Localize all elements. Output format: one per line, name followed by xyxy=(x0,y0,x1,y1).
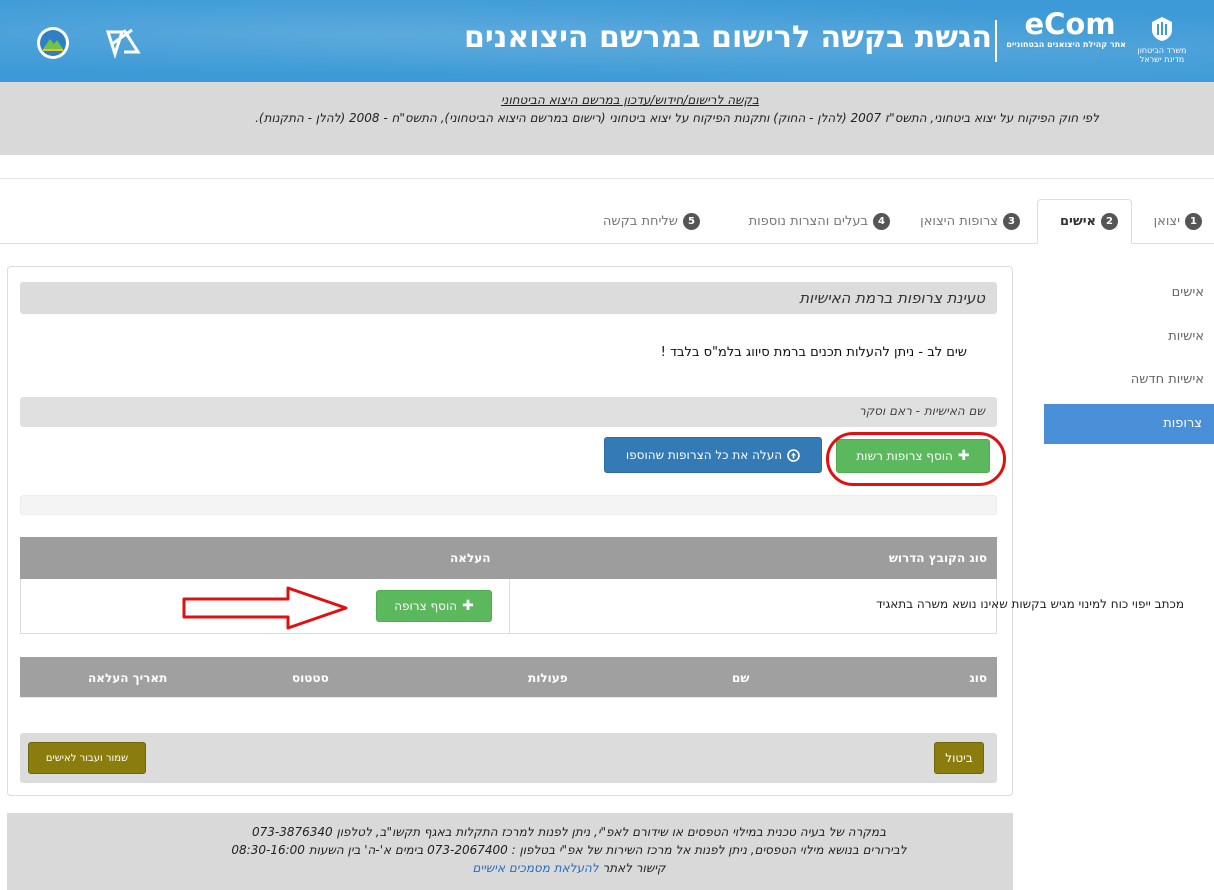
tab-label: צרופות היצואן xyxy=(920,213,998,229)
ecom-logo-subtitle: אתר קהילת היצואנים הבטחוניים xyxy=(1006,40,1126,49)
progress-bar xyxy=(20,495,997,515)
star-of-david-hand-icon xyxy=(105,28,141,59)
tab-number-badge: 1 xyxy=(1185,212,1202,230)
upload-all-button[interactable]: העלה את כל הצרופות שהוספו xyxy=(604,437,822,473)
plus-icon: ✚ xyxy=(462,598,474,614)
column-header-upload: העלאה xyxy=(450,551,491,565)
add-attachment-button[interactable]: ✚ הוסף צרופה xyxy=(376,590,492,622)
column-header-name: שם xyxy=(732,671,750,685)
law-reference: לפי חוק הפיקוח על יצוא ביטחוני, התשס"ז 2… xyxy=(255,111,1099,125)
tab-owners[interactable]: 4 בעלים והצרות נוספות xyxy=(749,206,890,236)
tab-number-badge: 3 xyxy=(1003,212,1020,230)
save-and-continue-button[interactable]: שמור ועבור לאישים xyxy=(28,742,146,774)
footer-inquiries: לבירורים בנושא מילוי הטפסים, ניתן לפנות … xyxy=(231,843,907,857)
tab-exporter[interactable]: 1 יצואן xyxy=(1154,206,1202,236)
add-attachment-label: הוסף צרופה xyxy=(394,599,458,613)
column-header-actions: פעולות xyxy=(528,671,568,685)
tab-label: בעלים והצרות נוספות xyxy=(748,213,868,229)
tab-label: שליחת בקשה xyxy=(602,213,678,229)
registration-link[interactable]: בקשה לרישום/חידוש/עדכון במרשם היצוא הביט… xyxy=(501,93,759,107)
personal-documents-link[interactable]: להעלאת מסמכים אישיים xyxy=(472,861,598,875)
ecom-logo[interactable]: eCom אתר קהילת היצואנים הבטחוניים xyxy=(1006,7,1126,49)
files-table-header: סוג שם פעולות סטטוס תאריך העלאה xyxy=(20,657,997,697)
table-divider xyxy=(20,697,997,698)
ministry-emblem: משרד הביטחון מדינת ישראל xyxy=(1130,16,1194,64)
column-header-type: סוג xyxy=(969,671,987,685)
sidebar-item-personality[interactable]: אישיות xyxy=(1168,329,1204,344)
tab-number-badge: 4 xyxy=(873,212,890,230)
tabs-baseline xyxy=(0,243,1214,244)
ecom-logo-text: eCom xyxy=(1024,7,1116,41)
column-header-status: סטטוס xyxy=(292,671,329,685)
column-header-file-type: סוג הקובץ הדרוש xyxy=(888,551,987,565)
cell-divider xyxy=(509,579,510,634)
footer-link-line: קישור לאתר להעלאת מסמכים אישיים xyxy=(134,861,1004,875)
arrow-annotation-icon xyxy=(182,586,348,630)
tab-number-badge: 5 xyxy=(683,212,700,230)
highlight-annotation xyxy=(826,432,1006,486)
sidebar-item-attachments[interactable]: צרופות xyxy=(1044,404,1214,444)
tab-number-badge: 2 xyxy=(1101,212,1118,230)
ministry-line2: מדינת ישראל xyxy=(1139,55,1185,64)
divider xyxy=(0,178,1214,179)
emblem-icon xyxy=(1152,17,1172,41)
tab-label: אישים xyxy=(1059,213,1096,229)
required-file-type: מכתב ייפוי כוח למינוי מגיש בקשות שאינו נ… xyxy=(876,597,1184,611)
ministry-line1: משרד הביטחון xyxy=(1137,46,1187,55)
cancel-button[interactable]: ביטול xyxy=(934,742,984,774)
upload-circle-icon xyxy=(787,448,800,462)
header-divider xyxy=(995,20,997,62)
tab-exporter-attachments[interactable]: 3 צרופות היצואן xyxy=(920,206,1020,236)
footer-tech-support: במקרה של בעיה טכנית במילוי הטפסים או שיד… xyxy=(251,825,887,839)
column-header-upload-date: תאריך העלאה xyxy=(88,671,168,685)
tab-persons[interactable]: 2 אישים xyxy=(1060,206,1118,236)
sidebar-item-persons[interactable]: אישים xyxy=(1172,285,1204,300)
section-title: טעינת צרופות ברמת האישיות xyxy=(20,282,997,314)
upload-all-label: העלה את כל הצרופות שהוספו xyxy=(625,448,783,462)
footer-link-prefix: קישור לאתר xyxy=(602,861,666,875)
sidebar-item-new-personality[interactable]: אישיות חדשה xyxy=(1131,372,1204,387)
personality-name: שם האישיות - ראם וסקר xyxy=(20,397,997,427)
tab-label: יצואן xyxy=(1153,213,1180,229)
page-title: הגשת בקשה לרישום במרשם היצואנים xyxy=(464,20,992,55)
actions-bar xyxy=(20,733,997,783)
notice-text: שים לב - ניתן להעלות תכנים ברמת סיווג בל… xyxy=(660,345,967,360)
tab-submit[interactable]: 5 שליחת בקשה xyxy=(603,206,700,236)
ministry-logo-icon xyxy=(37,27,69,59)
attachments-table-header: סוג הקובץ הדרוש העלאה xyxy=(20,537,997,579)
